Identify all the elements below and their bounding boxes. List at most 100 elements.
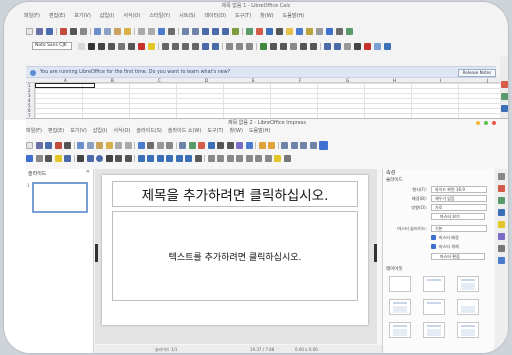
line-color-icon[interactable] (64, 154, 71, 162)
decrease-indent-icon[interactable] (334, 42, 341, 50)
currency-icon[interactable] (260, 42, 267, 50)
show-draw-functions-icon[interactable] (346, 27, 353, 35)
cell-grid[interactable] (35, 83, 500, 120)
toggle-grid-icon[interactable] (384, 42, 391, 50)
date-icon[interactable] (290, 42, 297, 50)
calc-menu-window[interactable]: 창(W) (260, 12, 273, 19)
show-gluepoint-functions-icon[interactable] (283, 154, 291, 162)
chart-icon[interactable] (256, 27, 263, 35)
master-view-button[interactable]: 마스터 보기 (431, 213, 485, 220)
insert-text-icon[interactable] (45, 154, 52, 162)
menu-file[interactable]: 파일(F) (26, 127, 42, 134)
content-placeholder[interactable]: 텍스트를 추가하려면 클릭하십시오. (112, 211, 358, 301)
special-character-icon[interactable] (226, 141, 234, 149)
calc-menu-insert[interactable]: 삽입(I) (100, 12, 115, 19)
layout-title-2-content[interactable] (389, 299, 411, 315)
3d-objects-icon[interactable] (194, 154, 202, 162)
edit-master-button[interactable]: 마스터 편집 (431, 253, 485, 260)
gallery-tab-icon[interactable] (498, 245, 505, 252)
align-left-icon[interactable] (162, 42, 169, 50)
callouts-icon[interactable] (175, 154, 183, 162)
cut-icon[interactable] (94, 27, 101, 35)
new-slide-icon[interactable] (281, 141, 288, 149)
display-views-icon[interactable] (319, 140, 328, 150)
underline-icon[interactable] (108, 42, 115, 50)
duplicate-slide-icon[interactable] (290, 141, 298, 149)
calc-menu-file[interactable]: 파일(F) (24, 12, 40, 19)
delete-slide-icon[interactable] (300, 141, 307, 149)
styles-tab-icon[interactable] (498, 233, 505, 240)
copy-icon[interactable] (86, 141, 94, 149)
new-icon[interactable] (26, 27, 33, 35)
arrange-icon[interactable] (226, 154, 234, 162)
orientation-select[interactable]: 가로 (431, 204, 487, 211)
paste-icon[interactable] (114, 27, 121, 35)
slide-transition-tab-icon[interactable] (498, 197, 505, 204)
menu-help[interactable]: 도움말(H) (249, 127, 270, 134)
conditional-format-icon[interactable] (374, 42, 381, 50)
calc-menu-edit[interactable]: 편집(E) (49, 12, 65, 19)
calc-menu-sheet[interactable]: 시트(S) (179, 12, 195, 19)
clone-icon[interactable] (105, 141, 113, 149)
media-icon[interactable] (198, 141, 205, 149)
menu-window[interactable]: 창(W) (229, 127, 242, 134)
toggle-extrusion-icon[interactable] (274, 154, 281, 162)
align-center-icon[interactable] (172, 42, 179, 50)
master-background-checkbox[interactable] (431, 235, 436, 240)
align-bottom-icon[interactable] (246, 42, 253, 50)
export-pdf-icon[interactable] (54, 141, 62, 149)
export-pdf-icon[interactable] (60, 27, 67, 35)
menu-tools[interactable]: 도구(T) (207, 127, 223, 134)
row-icon[interactable] (182, 27, 189, 35)
clone-icon[interactable] (124, 27, 131, 35)
start-first-slide-icon[interactable] (258, 141, 266, 149)
bold-icon[interactable] (88, 42, 95, 50)
save-icon[interactable] (46, 27, 53, 35)
right-pane-handle[interactable] (374, 244, 377, 262)
title-placeholder[interactable]: 제목을 추가하려면 클릭하십시오. (112, 181, 358, 207)
menu-insert[interactable]: 삽입(I) (93, 127, 108, 134)
rectangle-icon[interactable] (86, 154, 94, 162)
percent-icon[interactable] (270, 42, 277, 50)
align-objects-icon[interactable] (217, 154, 224, 162)
template-icon[interactable] (36, 27, 43, 35)
background-select[interactable]: 채우기 없음 (431, 195, 487, 202)
left-pane-handle[interactable] (95, 244, 98, 262)
grid-icon[interactable] (156, 141, 164, 149)
freeze-rows-columns-icon[interactable] (326, 27, 333, 35)
highlight-icon[interactable] (148, 42, 155, 50)
find-icon[interactable] (158, 27, 165, 35)
autofilter-icon[interactable] (232, 27, 239, 35)
layout-title-2-content-over-content[interactable] (457, 322, 479, 338)
sort-desc-icon[interactable] (222, 27, 229, 35)
image-icon[interactable] (188, 141, 196, 149)
close-window-icon[interactable] (492, 121, 496, 125)
layout-title-slide[interactable] (423, 276, 445, 292)
menu-edit[interactable]: 편집(E) (48, 127, 64, 134)
chart-icon[interactable] (207, 141, 215, 149)
special-character-icon[interactable] (276, 27, 283, 35)
slide-section-header[interactable]: 슬라이드 (386, 177, 403, 183)
sort-icon[interactable] (202, 27, 209, 35)
curve-icon[interactable] (115, 154, 122, 162)
borders-icon[interactable] (344, 42, 351, 50)
layout-title-only[interactable] (423, 299, 445, 315)
calc-menu-tools[interactable]: 도구(T) (235, 12, 251, 19)
slide-thumbnail-1[interactable] (32, 182, 88, 213)
spreadsheet-grid[interactable]: A B C D E F G H I J 1 2 3 4 5 6 7 (26, 78, 500, 120)
styles-tab-icon[interactable] (501, 93, 508, 100)
menu-slide[interactable]: 슬라이드(S) (136, 127, 161, 134)
headers-footers-icon[interactable] (306, 27, 313, 35)
align-right-icon[interactable] (182, 42, 189, 50)
undo-icon[interactable] (138, 27, 145, 35)
master-slides-tab-icon[interactable] (498, 221, 505, 228)
block-arrows-icon[interactable] (156, 154, 164, 162)
open-icon[interactable] (35, 141, 43, 149)
merge-cells-icon[interactable] (202, 42, 209, 50)
calc-menu-view[interactable]: 보기(V) (74, 12, 91, 19)
save-icon[interactable] (45, 141, 52, 149)
selected-cell-a1[interactable] (35, 83, 95, 88)
new-icon[interactable] (26, 141, 33, 149)
find-icon[interactable] (137, 141, 145, 149)
layout-centered-text[interactable] (457, 299, 479, 315)
